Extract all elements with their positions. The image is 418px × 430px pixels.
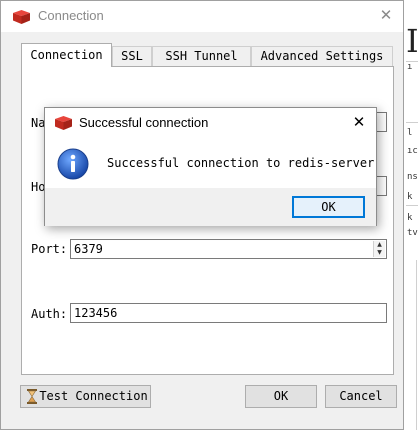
spin-up-icon[interactable]: ▲	[374, 241, 385, 249]
success-dialog: Successful connection ✕ Successful conne…	[44, 107, 377, 226]
background-fragment-text: l	[407, 128, 413, 138]
window-close-button[interactable]: ✕	[377, 6, 395, 24]
background-fragment-text: ı	[407, 62, 413, 72]
tab-connection[interactable]: Connection	[21, 43, 112, 67]
port-spinner[interactable]: ▲ ▼	[373, 241, 385, 257]
background-fragment-text: I	[406, 22, 418, 60]
port-spinbox[interactable]: 6379 ▲ ▼	[70, 239, 387, 259]
background-fragment-text: ns	[407, 172, 418, 182]
dialog-close-button[interactable]: ✕	[350, 113, 368, 131]
tab-ssh-tunnel[interactable]: SSH Tunnel	[152, 46, 251, 66]
background-fragment-text: tv	[407, 228, 418, 238]
divider	[406, 122, 418, 123]
background-fragment-text: ıc	[407, 146, 418, 156]
dialog-title: Successful connection	[79, 115, 209, 130]
dialog-titlebar[interactable]: Successful connection ✕	[45, 108, 376, 139]
spin-down-icon[interactable]: ▼	[374, 249, 385, 257]
auth-input[interactable]: 123456	[70, 303, 387, 323]
divider	[416, 260, 417, 430]
ok-button[interactable]: OK	[245, 385, 317, 408]
redis-logo-icon	[55, 116, 72, 130]
test-connection-button[interactable]: Test Connection	[20, 385, 151, 408]
dialog-ok-button[interactable]: OK	[292, 196, 365, 218]
test-connection-label: Test Connection	[39, 389, 148, 403]
divider	[406, 205, 418, 206]
dialog-footer: OK	[45, 188, 376, 226]
info-icon	[57, 148, 89, 180]
dialog-body: Successful connection to redis-server	[45, 139, 376, 188]
hourglass-icon	[27, 389, 37, 404]
tab-advanced-settings[interactable]: Advanced Settings	[251, 46, 393, 66]
cancel-button[interactable]: Cancel	[325, 385, 397, 408]
background-app-fragment: I ı l ıc ns k k tv	[404, 0, 418, 430]
tab-ssl[interactable]: SSL	[112, 46, 152, 66]
auth-value: 123456	[74, 306, 118, 320]
auth-label: Auth:	[31, 307, 68, 321]
window-titlebar[interactable]: Connection ✕	[1, 1, 403, 32]
background-fragment-text: k	[407, 213, 413, 223]
background-fragment-text: k	[407, 192, 413, 202]
port-value: 6379	[74, 242, 103, 256]
redis-logo-icon	[13, 10, 30, 24]
dialog-message: Successful connection to redis-server	[107, 156, 375, 170]
port-label: Port:	[31, 242, 68, 256]
window-title: Connection	[38, 8, 104, 23]
